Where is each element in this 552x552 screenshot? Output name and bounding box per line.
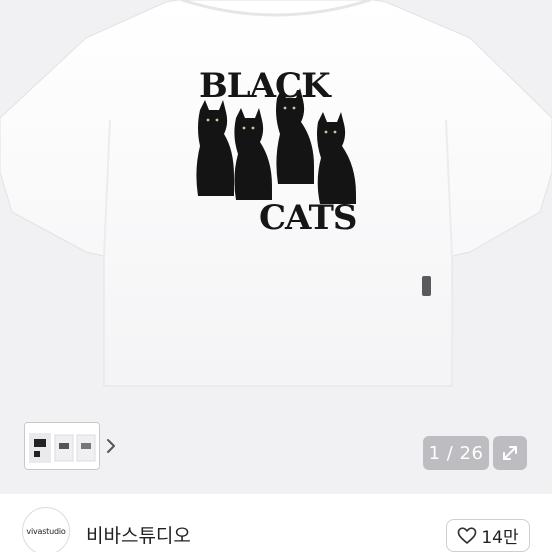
expand-arrows-icon	[503, 446, 517, 460]
store-name[interactable]: 비바스튜디오	[86, 521, 191, 548]
shirt-print-black: BLACK	[199, 66, 331, 106]
thumbnail-strip	[24, 422, 122, 470]
like-button[interactable]: 14만	[446, 519, 530, 552]
seller-avatar[interactable]: vivastudio	[22, 507, 70, 552]
product-image-viewer[interactable]: BLACK CATS 1 / 26	[0, 0, 552, 494]
chevron-right-icon[interactable]	[100, 422, 122, 470]
seller-avatar-text: vivastudio	[26, 526, 66, 536]
heart-outline-icon	[458, 526, 477, 544]
like-count: 14만	[481, 528, 519, 548]
thumbnail-item[interactable]	[24, 422, 100, 470]
product-page: BLACK CATS 1 / 26 vivastudio 비바스튜디오 14만	[0, 0, 552, 552]
shirt-print-cats: CATS	[259, 198, 357, 238]
image-page-counter: 1 / 26	[423, 436, 489, 470]
expand-button[interactable]	[493, 436, 527, 470]
